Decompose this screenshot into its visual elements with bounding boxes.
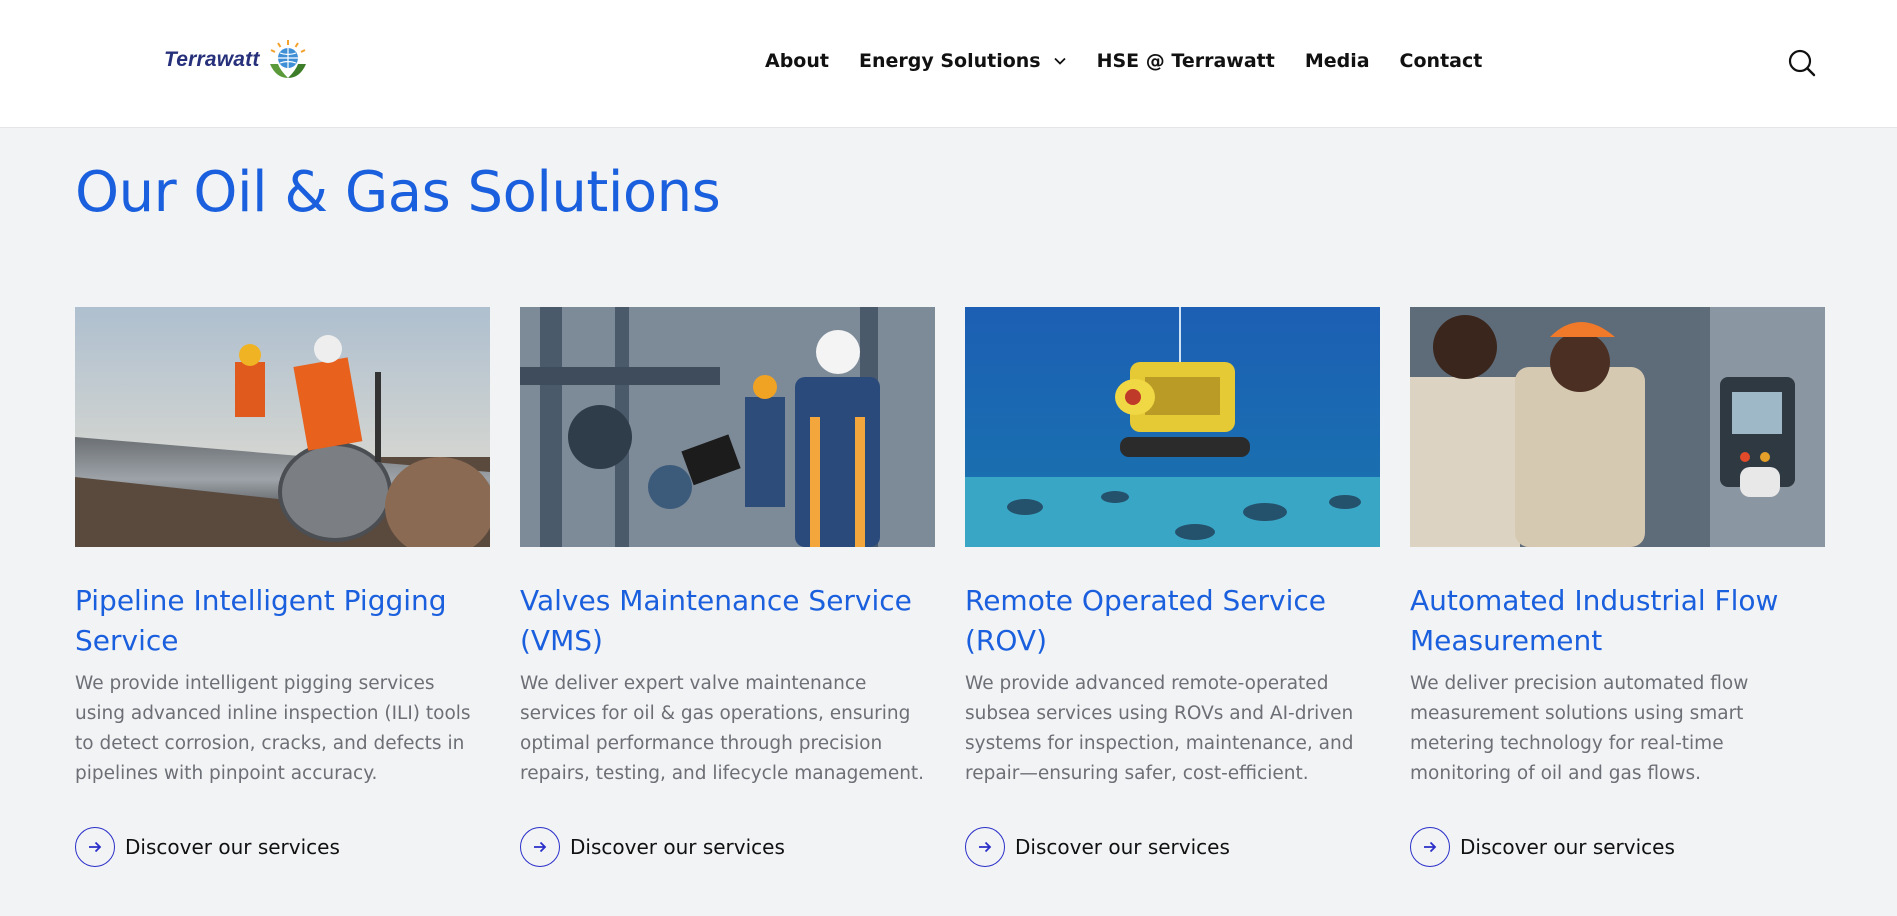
discover-services-link[interactable]: Discover our services — [1410, 827, 1675, 867]
pipeline-inspection-photo — [75, 307, 490, 547]
discover-services-label: Discover our services — [570, 835, 785, 859]
nav-contact[interactable]: Contact — [1400, 50, 1483, 72]
solution-card-valves: Valves Maintenance Service (VMS) We deli… — [520, 307, 935, 867]
nav-energy-solutions-label: Energy Solutions — [858, 50, 1041, 72]
solution-card-pigging: Pipeline Intelligent Pigging Service We … — [75, 307, 490, 867]
solution-card-flow-measurement: Automated Industrial Flow Measurement We… — [1410, 307, 1825, 867]
nav-energy-solutions[interactable]: Energy Solutions — [859, 50, 1067, 72]
discover-services-label: Discover our services — [1015, 835, 1230, 859]
arrow-right-icon — [520, 827, 560, 867]
card-description: We deliver expert valve maintenance serv… — [520, 673, 925, 784]
discover-services-link[interactable]: Discover our services — [520, 827, 785, 867]
nav-about[interactable]: About — [765, 50, 829, 72]
card-title[interactable]: Valves Maintenance Service (VMS) — [520, 581, 935, 661]
discover-services-label: Discover our services — [125, 835, 340, 859]
arrow-right-icon — [965, 827, 1005, 867]
main-nav: About Energy Solutions HSE @ Terrawatt M… — [765, 50, 1512, 72]
arrow-right-icon — [1410, 827, 1450, 867]
card-description: We provide advanced remote-operated subs… — [965, 673, 1354, 784]
card-title[interactable]: Automated Industrial Flow Measurement — [1410, 581, 1825, 661]
nav-hse-label: HSE @ Terrawatt — [1096, 50, 1275, 72]
discover-services-link[interactable]: Discover our services — [75, 827, 340, 867]
discover-services-label: Discover our services — [1460, 835, 1675, 859]
nav-contact-label: Contact — [1399, 50, 1483, 72]
valve-technician-photo — [520, 307, 935, 547]
card-title[interactable]: Remote Operated Service (ROV) — [965, 581, 1380, 661]
nav-hse[interactable]: HSE @ Terrawatt — [1097, 50, 1275, 72]
solution-card-rov: Remote Operated Service (ROV) We provide… — [965, 307, 1380, 867]
site-header: Terrawatt About Energy Solutions HSE @ T… — [0, 0, 1897, 128]
discover-services-link[interactable]: Discover our services — [965, 827, 1230, 867]
logo[interactable]: Terrawatt — [164, 38, 310, 82]
nav-media-label: Media — [1304, 50, 1370, 72]
subsea-rov-photo — [965, 307, 1380, 547]
card-title[interactable]: Pipeline Intelligent Pigging Service — [75, 581, 490, 661]
card-description: We provide intelligent pigging services … — [75, 673, 471, 784]
page-title: Our Oil & Gas Solutions — [75, 160, 721, 225]
arrow-right-icon — [75, 827, 115, 867]
nav-about-label: About — [765, 50, 829, 72]
card-description: We deliver precision automated flow meas… — [1410, 673, 1749, 784]
nav-media[interactable]: Media — [1305, 50, 1370, 72]
flow-measurement-photo — [1410, 307, 1825, 547]
search-icon[interactable] — [1787, 48, 1817, 78]
globe-leaf-logo-icon — [269, 40, 306, 78]
logo-text: Terrawatt — [164, 48, 260, 71]
chevron-down-icon — [1053, 57, 1066, 65]
